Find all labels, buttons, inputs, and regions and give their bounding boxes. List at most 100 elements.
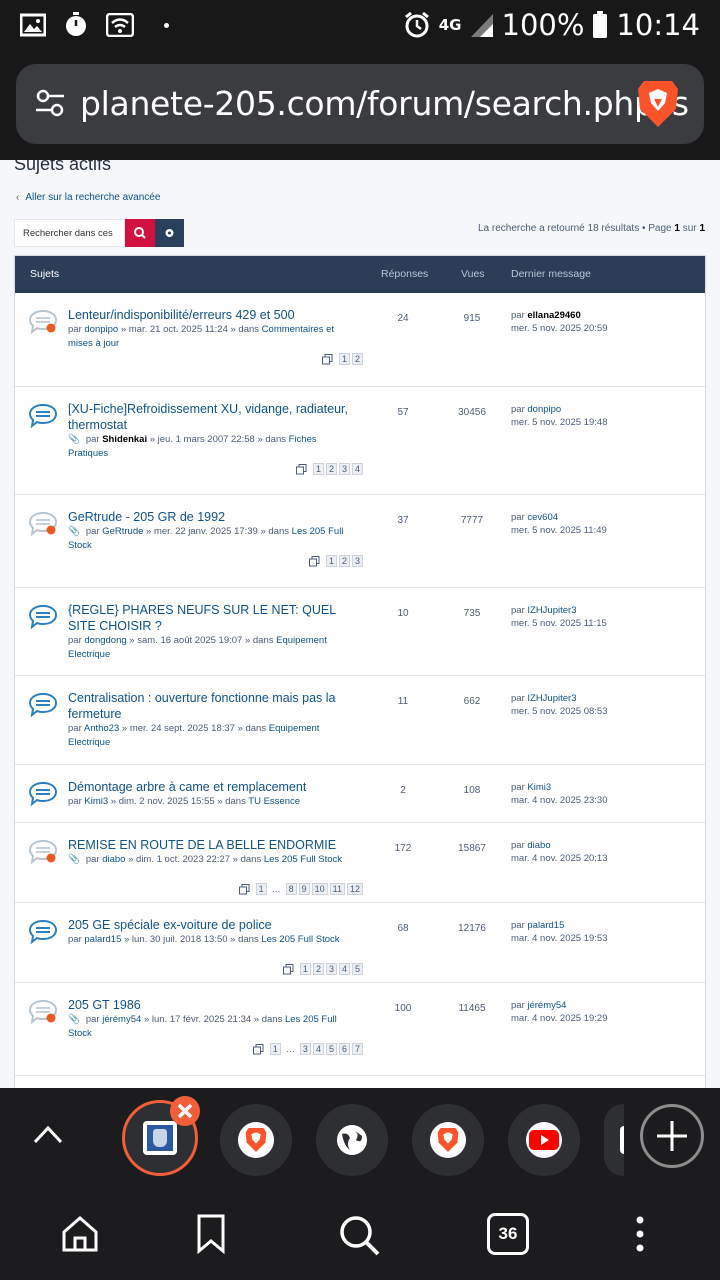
advanced-search-label[interactable]: Aller sur la recherche avancée bbox=[25, 192, 160, 203]
last-post-user[interactable]: IZHJupiter3 bbox=[527, 605, 576, 616]
page-link[interactable]: 2 bbox=[338, 555, 350, 567]
last-post-user[interactable]: diabo bbox=[527, 840, 550, 851]
last-post-user[interactable]: cev604 bbox=[527, 512, 558, 523]
last-post-date[interactable]: mar. 4 nov. 2025 19:29 bbox=[511, 1013, 607, 1024]
url-text[interactable]: planete-205.com/forum/search.php?s bbox=[80, 84, 689, 123]
bookmark-icon[interactable] bbox=[196, 1214, 226, 1254]
topic-title[interactable]: [XU-Fiche]Refroidissement XU, vidange, r… bbox=[68, 401, 350, 433]
page-link[interactable]: 1 bbox=[269, 1043, 281, 1055]
table-row[interactable]: GeRtrude - 205 GR de 1992 📎 par GeRtrude »… bbox=[15, 495, 705, 588]
topic-title[interactable]: {REGLE} PHARES NEUFS SUR LE NET: QUEL SI… bbox=[68, 602, 350, 634]
home-icon[interactable] bbox=[60, 1214, 100, 1254]
topic-author[interactable]: jérémy54 bbox=[102, 1014, 141, 1025]
address-bar[interactable]: planete-205.com/forum/search.php?s bbox=[16, 64, 704, 144]
page-link[interactable]: 1 bbox=[255, 883, 267, 895]
tab-youtube[interactable] bbox=[508, 1104, 580, 1176]
topic-forum[interactable]: Les 205 Full Stock bbox=[261, 934, 339, 945]
topic-author[interactable]: diabo bbox=[102, 854, 125, 865]
table-row[interactable]: REMISE EN ROUTE DE LA BELLE ENDORMIE 📎 par… bbox=[15, 823, 705, 903]
more-menu-icon[interactable] bbox=[632, 1214, 648, 1254]
last-post-date[interactable]: mer. 5 nov. 2025 11:49 bbox=[511, 525, 607, 536]
table-row[interactable]: 205 GE spéciale ex-voiture de police par … bbox=[15, 903, 705, 983]
topic-forum[interactable]: TU Essence bbox=[248, 796, 300, 807]
page-link[interactable]: 1 bbox=[299, 963, 311, 975]
page-link[interactable]: 7 bbox=[351, 1043, 363, 1055]
last-post-date[interactable]: mer. 5 nov. 2025 08:53 bbox=[511, 706, 607, 717]
page-link[interactable]: 2 bbox=[351, 353, 363, 365]
topic-title[interactable]: GeRtrude - 205 GR de 1992 bbox=[68, 509, 350, 525]
tab-count-button[interactable]: 36 bbox=[487, 1213, 529, 1255]
last-post-date[interactable]: mer. 5 nov. 2025 11:15 bbox=[511, 618, 607, 629]
last-by: par bbox=[511, 404, 525, 415]
page-link[interactable]: 2 bbox=[325, 463, 337, 475]
topic-author[interactable]: GeRtrude bbox=[102, 526, 143, 537]
topic-title[interactable]: Démontage arbre à came et remplacement bbox=[68, 779, 350, 795]
page-link[interactable]: 8 bbox=[285, 883, 297, 895]
last-post-user[interactable]: IZHJupiter3 bbox=[527, 693, 576, 704]
table-row[interactable]: Centralisation : ouverture fonctionne ma… bbox=[15, 676, 705, 765]
new-tab-button[interactable] bbox=[640, 1104, 704, 1168]
topic-author[interactable]: Antho23 bbox=[84, 723, 119, 734]
page-link[interactable]: 3 bbox=[325, 963, 337, 975]
tab-brave[interactable] bbox=[220, 1104, 292, 1176]
topic-author[interactable]: palard15 bbox=[84, 934, 121, 945]
tab-globe[interactable] bbox=[316, 1104, 388, 1176]
search-icon bbox=[134, 227, 146, 239]
page-link[interactable]: 1 bbox=[312, 463, 324, 475]
topic-replies: 172 bbox=[394, 843, 412, 854]
last-post-date[interactable]: mer. 5 nov. 2025 20:59 bbox=[511, 323, 607, 334]
page-link[interactable]: 3 bbox=[299, 1043, 311, 1055]
advanced-search-button[interactable] bbox=[155, 219, 184, 247]
topic-title[interactable]: Centralisation : ouverture fonctionne ma… bbox=[68, 690, 350, 722]
page-link[interactable]: 2 bbox=[312, 963, 324, 975]
topic-title[interactable]: 205 GT 1986 bbox=[68, 997, 350, 1013]
page-link[interactable]: 1 bbox=[338, 353, 350, 365]
page-link[interactable]: 5 bbox=[351, 963, 363, 975]
page-link[interactable]: 10 bbox=[311, 883, 328, 895]
page-link[interactable]: 9 bbox=[298, 883, 310, 895]
close-tab-button[interactable] bbox=[170, 1096, 200, 1126]
last-post-user[interactable]: jérémy54 bbox=[527, 1000, 566, 1011]
topic-author[interactable]: dongdong bbox=[84, 635, 126, 646]
site-settings-icon[interactable] bbox=[34, 88, 66, 118]
page-link[interactable]: 12 bbox=[346, 883, 363, 895]
page-link[interactable]: 11 bbox=[329, 883, 345, 895]
topic-title[interactable]: 205 GE spéciale ex-voiture de police bbox=[68, 917, 350, 933]
search-button[interactable] bbox=[125, 219, 155, 247]
advanced-search-link[interactable]: ‹ Aller sur la recherche avancée bbox=[16, 192, 160, 203]
topic-author[interactable]: donpipo bbox=[84, 324, 118, 335]
chevron-up-icon[interactable] bbox=[32, 1122, 64, 1146]
search-icon[interactable] bbox=[338, 1214, 382, 1258]
last-post-date[interactable]: mar. 4 nov. 2025 19:53 bbox=[511, 933, 607, 944]
page-link[interactable]: 4 bbox=[351, 463, 363, 475]
last-post-date[interactable]: mar. 4 nov. 2025 23:30 bbox=[511, 795, 607, 806]
table-row[interactable]: {REGLE} PHARES NEUFS SUR LE NET: QUEL SI… bbox=[15, 588, 705, 676]
topic-title[interactable]: Lenteur/indisponibilité/erreurs 429 et 5… bbox=[68, 307, 350, 323]
topic-author[interactable]: Kimi3 bbox=[84, 796, 108, 807]
page-link[interactable]: 1 bbox=[325, 555, 337, 567]
topic-author[interactable]: Shidenkai bbox=[102, 434, 147, 445]
table-row[interactable]: Lenteur/indisponibilité/erreurs 429 et 5… bbox=[15, 293, 705, 387]
page-link[interactable]: 3 bbox=[338, 463, 350, 475]
page-link[interactable]: 4 bbox=[338, 963, 350, 975]
page-link[interactable]: 6 bbox=[338, 1043, 350, 1055]
page-link[interactable]: 3 bbox=[351, 555, 363, 567]
topic-meta: par dongdong » sam. 16 août 2025 19:07 »… bbox=[68, 634, 358, 662]
page-link[interactable]: 4 bbox=[312, 1043, 324, 1055]
page-link[interactable]: 5 bbox=[325, 1043, 337, 1055]
last-post-user[interactable]: Kimi3 bbox=[527, 782, 551, 793]
table-row[interactable]: [XU-Fiche]Refroidissement XU, vidange, r… bbox=[15, 387, 705, 495]
tab-partial[interactable] bbox=[604, 1104, 624, 1176]
search-input[interactable]: Rechercher dans ces bbox=[14, 219, 125, 247]
last-post-user[interactable]: palard15 bbox=[527, 920, 564, 931]
topic-forum[interactable]: Les 205 Full Stock bbox=[264, 854, 342, 865]
brave-icon[interactable] bbox=[636, 79, 680, 129]
last-post-date[interactable]: mer. 5 nov. 2025 19:48 bbox=[511, 417, 607, 428]
topic-title[interactable]: REMISE EN ROUTE DE LA BELLE ENDORMIE bbox=[68, 837, 350, 853]
last-post-user[interactable]: donpipo bbox=[527, 404, 561, 415]
last-post-user[interactable]: ellana29460 bbox=[527, 310, 580, 321]
table-row[interactable]: Démontage arbre à came et remplacement pa… bbox=[15, 765, 705, 823]
last-post-date[interactable]: mar. 4 nov. 2025 20:13 bbox=[511, 853, 607, 864]
tab-brave-2[interactable] bbox=[412, 1104, 484, 1176]
table-row[interactable]: 205 GT 1986 📎 par jérémy54 » lun. 17 févr.… bbox=[15, 983, 705, 1076]
